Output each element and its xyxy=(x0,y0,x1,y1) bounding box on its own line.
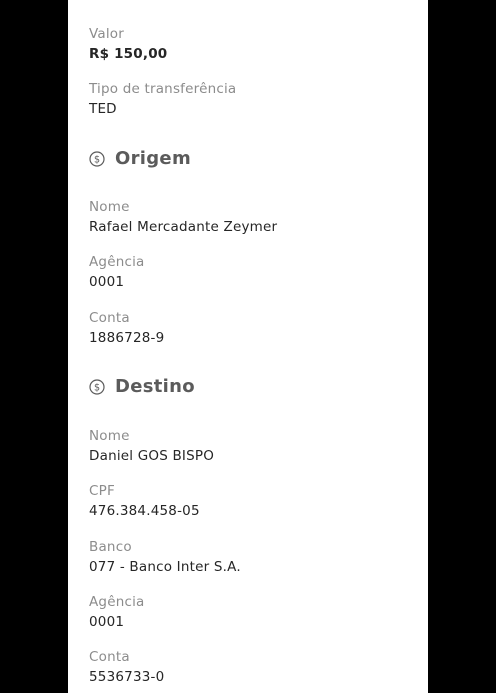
destination-account-label: Conta xyxy=(89,649,130,665)
origin-account-field: Conta 1886728-9 xyxy=(89,310,164,346)
transfer-type-label: Tipo de transferência xyxy=(89,81,237,97)
origin-name-value: Rafael Mercadante Zeymer xyxy=(89,219,278,235)
amount-value: R$ 150,00 xyxy=(89,46,168,62)
destination-bank-label: Banco xyxy=(89,539,132,555)
destination-bank-field: Banco 077 - Banco Inter S.A. xyxy=(89,539,241,575)
destination-agency-label: Agência xyxy=(89,594,145,610)
svg-text:$: $ xyxy=(94,154,100,165)
destination-account-value: 5536733-0 xyxy=(89,669,165,685)
amount-field: Valor R$ 150,00 xyxy=(89,26,167,62)
destination-name-label: Nome xyxy=(89,428,130,444)
origin-name-field: Nome Rafael Mercadante Zeymer xyxy=(89,199,277,235)
origin-section-header: $ Origem xyxy=(89,148,191,169)
destination-bank-value: 077 - Banco Inter S.A. xyxy=(89,559,241,575)
destination-account-field: Conta 5536733-0 xyxy=(89,649,164,685)
destination-agency-value: 0001 xyxy=(89,614,125,630)
origin-agency-label: Agência xyxy=(89,254,145,270)
amount-label: Valor xyxy=(89,26,125,42)
destination-section-header: $ Destino xyxy=(89,376,195,397)
destination-cpf-label: CPF xyxy=(89,483,115,499)
origin-account-label: Conta xyxy=(89,310,130,326)
destination-name-field: Nome Daniel GOS BISPO xyxy=(89,428,214,464)
origin-name-label: Nome xyxy=(89,199,130,215)
destination-title: Destino xyxy=(115,376,195,397)
svg-text:$: $ xyxy=(94,382,100,393)
destination-cpf-field: CPF 476.384.458-05 xyxy=(89,483,200,519)
origin-title: Origem xyxy=(115,148,191,169)
origin-account-value: 1886728-9 xyxy=(89,330,165,346)
transfer-type-field: Tipo de transferência TED xyxy=(89,81,236,117)
destination-cpf-value: 476.384.458-05 xyxy=(89,503,200,519)
destination-agency-field: Agência 0001 xyxy=(89,594,145,630)
origin-agency-field: Agência 0001 xyxy=(89,254,145,290)
origin-agency-value: 0001 xyxy=(89,274,125,290)
dollar-circle-icon: $ xyxy=(89,378,105,395)
dollar-circle-icon: $ xyxy=(89,150,105,167)
receipt-panel: Valor R$ 150,00 Tipo de transferência TE… xyxy=(68,0,428,693)
destination-name-value: Daniel GOS BISPO xyxy=(89,448,215,464)
transfer-type-value: TED xyxy=(89,101,117,117)
